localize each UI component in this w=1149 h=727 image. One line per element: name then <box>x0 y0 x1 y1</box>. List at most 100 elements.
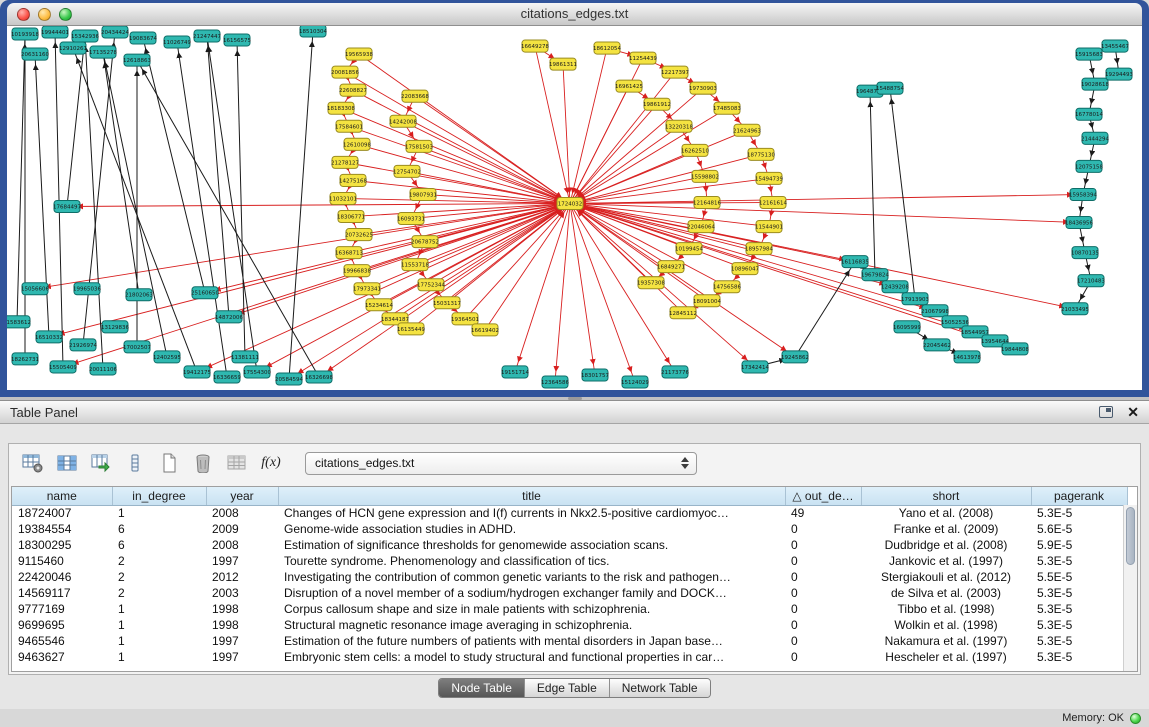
close-window-icon[interactable] <box>17 8 30 21</box>
scrollbar-thumb[interactable] <box>1126 507 1135 565</box>
table-row[interactable]: 1456911722003Disruption of a novel membe… <box>12 585 1127 601</box>
table-row[interactable]: 969969511998Structural magnetic resonanc… <box>12 617 1127 633</box>
graph-node[interactable]: 17554300 <box>243 366 271 378</box>
graph-node[interactable]: 15342936 <box>71 30 99 42</box>
graph-node[interactable]: 18091004 <box>693 295 721 307</box>
graph-node[interactable]: 21624963 <box>733 124 761 136</box>
graph-node[interactable]: 22045462 <box>923 339 951 351</box>
graph-node[interactable]: 12618863 <box>123 54 151 66</box>
graph-node[interactable]: 17752344 <box>417 279 445 291</box>
graph-node[interactable]: 20584594 <box>275 373 303 385</box>
graph-node[interactable]: 20631160 <box>21 48 49 60</box>
graph-node[interactable]: 19965036 <box>73 283 101 295</box>
graph-node[interactable]: 17584601 <box>335 120 363 132</box>
graph-node[interactable]: 16368713 <box>335 247 363 259</box>
import-table-button[interactable] <box>223 450 251 476</box>
graph-node[interactable]: 11381111 <box>231 351 259 363</box>
graph-node[interactable]: 19861912 <box>643 98 671 110</box>
table-selector-dropdown[interactable]: citations_edges.txt <box>305 452 697 475</box>
graph-node[interactable]: 19364501 <box>451 313 479 325</box>
close-panel-icon[interactable]: ✕ <box>1127 405 1139 419</box>
graph-node[interactable]: 14275168 <box>339 174 367 186</box>
graph-node[interactable]: 11553718 <box>401 259 429 271</box>
graph-node[interactable]: 17973341 <box>353 283 381 295</box>
graph-node[interactable]: 25160650 <box>191 287 219 299</box>
table-row[interactable]: 1872400712008Changes of HCN gene express… <box>12 505 1127 521</box>
graph-node[interactable]: 19807931 <box>409 188 437 200</box>
graph-node[interactable]: 19966838 <box>343 265 371 277</box>
select-columns-button[interactable] <box>53 450 81 476</box>
column-header-in_degree[interactable]: in_degree <box>112 487 206 505</box>
graph-node[interactable]: 19151714 <box>501 366 529 378</box>
graph-node[interactable]: 12910261 <box>59 42 87 54</box>
graph-node[interactable]: 14613978 <box>953 351 981 363</box>
graph-node[interactable]: 12161614 <box>759 196 787 208</box>
graph-node[interactable]: 1724032 <box>557 197 583 209</box>
graph-node[interactable]: 19028618 <box>1081 78 1109 90</box>
graph-node[interactable]: 16961425 <box>615 80 643 92</box>
graph-node[interactable]: 19294493 <box>1105 68 1133 80</box>
graph-node[interactable]: 12164816 <box>693 196 721 208</box>
graph-node[interactable]: 18301757 <box>581 369 609 381</box>
table-row[interactable]: 2242004622012Investigating the contribut… <box>12 569 1127 585</box>
graph-node[interactable]: 22046064 <box>687 221 715 233</box>
graph-node[interactable]: 15915683 <box>1075 48 1103 60</box>
graph-node[interactable]: 11032101 <box>329 192 357 204</box>
table-row[interactable]: 946554611997Estimation of the future num… <box>12 633 1127 649</box>
graph-node[interactable]: 16326698 <box>305 371 333 383</box>
graph-node[interactable]: 15031317 <box>433 297 461 309</box>
graph-node[interactable]: 19245862 <box>781 351 809 363</box>
minimize-window-icon[interactable] <box>38 8 51 21</box>
table-scrollbar[interactable] <box>1123 505 1137 671</box>
graph-node[interactable]: 21926974 <box>69 339 97 351</box>
graph-node[interactable]: 14242008 <box>389 115 417 127</box>
table-row[interactable]: 977716911998Corpus callosum shape and si… <box>12 601 1127 617</box>
graph-node[interactable]: 10870135 <box>1071 247 1099 259</box>
table-row[interactable]: 1938455462009Genome-wide association stu… <box>12 521 1127 537</box>
graph-node[interactable]: 19565938 <box>345 48 373 60</box>
table-row[interactable]: 1830029562008Estimation of significance … <box>12 537 1127 553</box>
column-header-title[interactable]: title <box>278 487 785 505</box>
graph-node[interactable]: 16095999 <box>893 321 921 333</box>
graph-node[interactable]: 19861311 <box>549 58 577 70</box>
graph-node[interactable]: 15505409 <box>49 361 77 373</box>
graph-node[interactable]: 12439208 <box>881 281 909 293</box>
graph-node[interactable]: 15234614 <box>365 299 393 311</box>
graph-node[interactable]: 16116835 <box>841 256 869 268</box>
zoom-window-icon[interactable] <box>59 8 72 21</box>
graph-node[interactable]: 12075158 <box>1075 160 1103 172</box>
graph-node[interactable]: 20011106 <box>89 363 117 375</box>
graph-node[interactable]: 13455467 <box>1101 40 1129 52</box>
graph-node[interactable]: 17485083 <box>713 102 741 114</box>
graph-node[interactable]: 18183308 <box>327 102 355 114</box>
citation-network-graph[interactable]: 1724032 19565938 20081856 22608827 18183308 1… <box>7 26 1142 390</box>
graph-node[interactable]: 21067998 <box>921 305 949 317</box>
delete-column-button[interactable] <box>189 450 217 476</box>
column-button[interactable] <box>121 450 149 476</box>
graph-node[interactable]: 20678752 <box>411 236 439 248</box>
graph-node[interactable]: 22083668 <box>401 90 429 102</box>
graph-node[interactable]: 18306771 <box>337 211 365 223</box>
tab-edge-table[interactable]: Edge Table <box>524 679 609 697</box>
window-titlebar[interactable]: citations_edges.txt <box>7 3 1142 26</box>
graph-node[interactable]: 21444294 <box>1081 132 1109 144</box>
graph-node[interactable]: 17684497 <box>53 200 81 212</box>
table-row[interactable]: 946362711997Embryonic stem cells: a mode… <box>12 649 1127 665</box>
graph-node[interactable]: 18262731 <box>11 353 39 365</box>
graph-node[interactable]: 16262510 <box>681 144 709 156</box>
graph-node[interactable]: 12754702 <box>393 165 421 177</box>
graph-node[interactable]: 21278127 <box>331 156 359 168</box>
graph-node[interactable]: 22608827 <box>339 84 367 96</box>
column-header-pagerank[interactable]: pagerank <box>1031 487 1127 505</box>
graph-node[interactable]: 20081856 <box>331 66 359 78</box>
graph-node[interactable]: 20732625 <box>345 229 373 241</box>
column-header-short[interactable]: short <box>861 487 1031 505</box>
graph-node[interactable]: 12217397 <box>661 66 689 78</box>
graph-node[interactable]: 17135278 <box>89 46 117 58</box>
graph-node[interactable]: 21033495 <box>1061 303 1089 315</box>
column-header--out_de-[interactable]: △ out_de… <box>785 487 861 505</box>
graph-node[interactable]: 14756586 <box>713 281 741 293</box>
graph-node[interactable]: 21802063 <box>125 289 153 301</box>
graph-node[interactable]: 16093731 <box>397 213 425 225</box>
graph-node[interactable]: 10193918 <box>11 28 39 40</box>
